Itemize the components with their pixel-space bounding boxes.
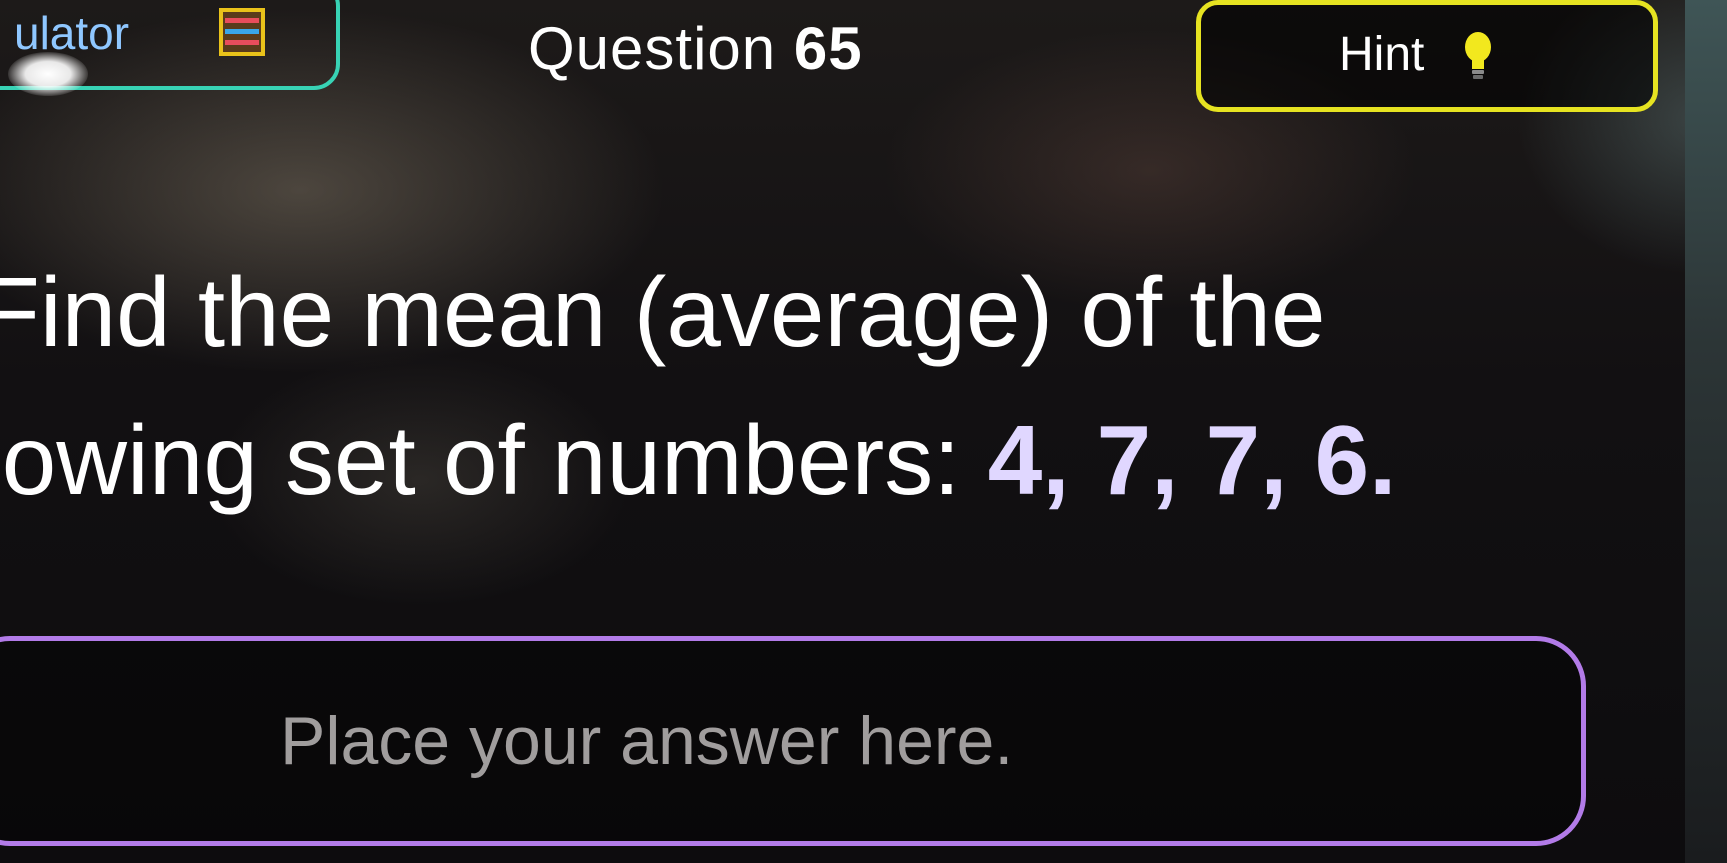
question-title: Question 65 (528, 14, 863, 83)
side-panel (1685, 0, 1727, 863)
prompt-line-1: Find the mean (average) of the (0, 257, 1326, 367)
screen-glare (8, 52, 88, 96)
prompt-line-2: lowing set of numbers: 4, 7, 7, 6. (0, 386, 1680, 534)
answer-box[interactable] (0, 636, 1586, 846)
question-prefix: Question (528, 15, 794, 82)
calculator-label: ulator (14, 7, 130, 59)
question-prompt: Find the mean (average) of the lowing se… (0, 238, 1680, 534)
answer-input[interactable] (0, 641, 1581, 841)
lightbulb-icon (1465, 32, 1491, 79)
number-set: 4, 7, 7, 6. (987, 405, 1397, 515)
question-number: 65 (793, 15, 863, 82)
abacus-icon (219, 8, 265, 56)
hint-label: Hint (1339, 28, 1425, 81)
prompt-line-2-text: lowing set of numbers: (0, 405, 988, 515)
hint-button[interactable]: Hint (1196, 0, 1658, 112)
quiz-screen: ulator Question 65 Hint Find the mean (a… (0, 0, 1727, 863)
